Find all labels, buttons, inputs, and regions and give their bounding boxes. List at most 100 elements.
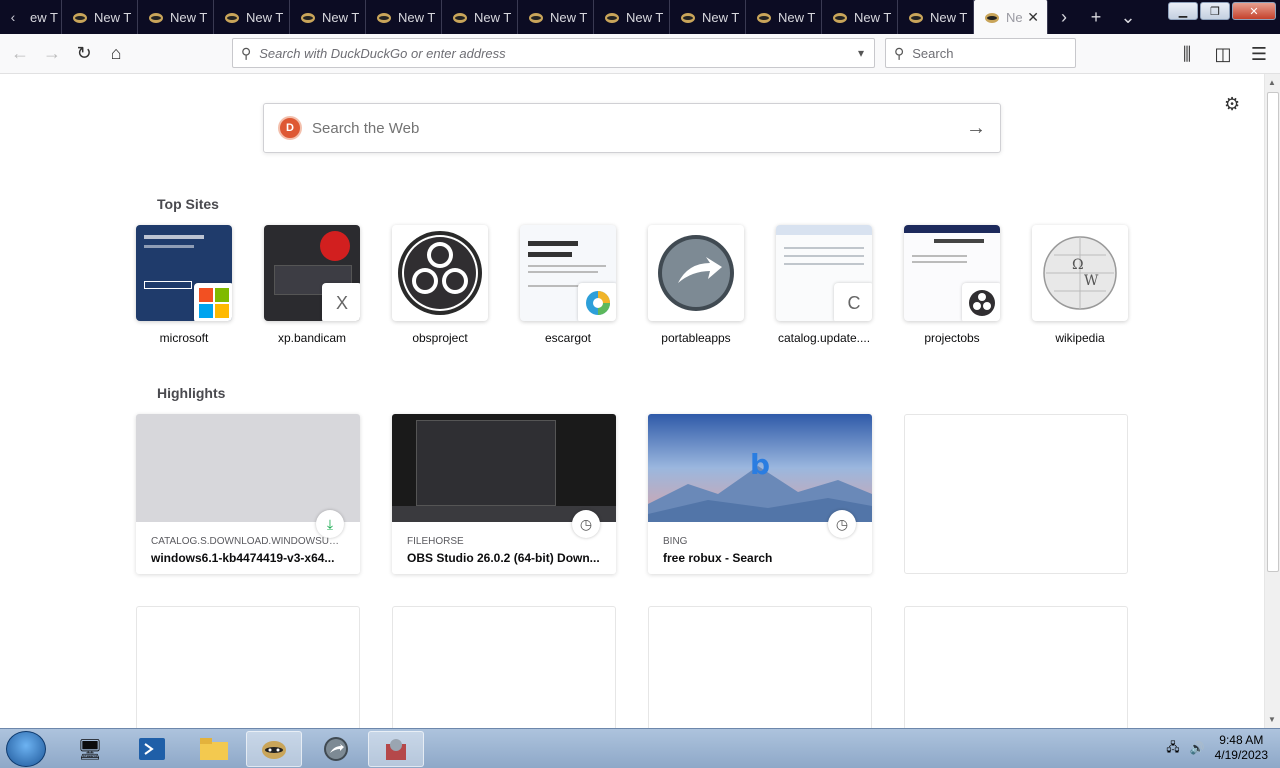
tab[interactable]: New T (290, 0, 366, 34)
chevron-down-icon[interactable]: ▾ (848, 46, 874, 60)
system-tray: 🖧 🔊 9:48 AM 4/19/2023 (1166, 733, 1268, 763)
home-button[interactable]: ⌂ (100, 38, 132, 70)
arrow-right-icon[interactable]: → (952, 117, 1000, 140)
raccoon-favicon-icon (528, 9, 544, 25)
tab[interactable]: New T (518, 0, 594, 34)
top-site-tile[interactable]: ΩW wikipedia (1032, 225, 1128, 345)
top-sites-title: Top Sites (157, 196, 219, 212)
site-label: catalog.update.... (777, 331, 871, 345)
start-button[interactable] (6, 731, 46, 767)
search-bar-placeholder: Search (912, 45, 954, 61)
site-letter-badge: C (834, 283, 872, 321)
web-search-box[interactable]: D Search the Web → (263, 103, 1001, 153)
search-bar[interactable]: ⚲ Search (885, 38, 1076, 68)
highlight-source: BING (663, 536, 688, 547)
gear-icon[interactable]: ⚙ (1224, 94, 1240, 115)
tab-label: ew T (30, 9, 58, 25)
library-icon[interactable]: ⫼ (1172, 38, 1202, 70)
tab-label: New T (322, 9, 360, 25)
file-explorer-icon[interactable] (186, 731, 242, 767)
tab[interactable]: New T (594, 0, 670, 34)
powershell-icon[interactable] (124, 731, 180, 767)
site-label: escargot (544, 331, 592, 345)
tab[interactable]: New T (670, 0, 746, 34)
clock[interactable]: 9:48 AM 4/19/2023 (1215, 733, 1268, 763)
top-site-tile[interactable]: C catalog.update.... (776, 225, 872, 345)
top-site-tile[interactable]: obsproject (392, 225, 488, 345)
tab-label: New T (930, 9, 968, 25)
forward-button[interactable]: → (36, 38, 68, 70)
new-tab-button[interactable]: + (1080, 7, 1112, 28)
raccoon-favicon-icon (984, 9, 1000, 25)
scroll-tabs-left-button[interactable]: ‹ (0, 0, 26, 34)
highlight-placeholder (648, 606, 872, 728)
scroll-up-icon[interactable]: ▲ (1268, 78, 1276, 87)
minimize-button[interactable]: ▁ (1168, 2, 1198, 20)
search-icon: ⚲ (241, 44, 252, 61)
url-bar[interactable]: ⚲ Search with DuckDuckGo or enter addres… (232, 38, 875, 68)
volume-icon[interactable]: 🔊 (1190, 741, 1205, 755)
highlight-source: CATALOG.S.DOWNLOAD.WINDOWSUPDA... (151, 536, 345, 547)
scroll-tabs-right-button[interactable]: › (1048, 7, 1080, 28)
highlight-card[interactable]: b ◷ BING free robux - Search (648, 414, 872, 574)
tab[interactable]: New T (898, 0, 974, 34)
tab-label: New T (246, 9, 284, 25)
waterfox-icon[interactable] (246, 731, 302, 767)
back-button[interactable]: ← (4, 38, 36, 70)
top-site-tile[interactable]: projectobs (904, 225, 1000, 345)
portableapps-logo-icon (648, 225, 744, 321)
portableapps-icon[interactable] (308, 731, 364, 767)
highlight-image (136, 414, 360, 522)
list-all-tabs-button[interactable]: ⌄ (1112, 7, 1144, 28)
scroll-down-icon[interactable]: ▼ (1268, 715, 1276, 724)
web-search-placeholder: Search the Web (312, 119, 420, 137)
top-site-tile[interactable]: portableapps (648, 225, 744, 345)
site-letter-badge: X (322, 283, 360, 321)
highlight-card[interactable]: ⤓ CATALOG.S.DOWNLOAD.WINDOWSUPDA... wind… (136, 414, 360, 574)
menu-icon[interactable]: ☰ (1244, 38, 1274, 70)
top-site-tile[interactable]: X xp.bandicam (264, 225, 360, 345)
server-manager-icon[interactable]: 🖥 (62, 731, 118, 767)
highlight-placeholder (904, 414, 1128, 574)
clock-time: 9:48 AM (1219, 733, 1264, 747)
raccoon-favicon-icon (452, 9, 468, 25)
reload-button[interactable]: ↻ (68, 38, 100, 70)
close-tab-icon[interactable]: ✕ (1027, 9, 1039, 26)
restore-button[interactable]: ❐ (1200, 2, 1230, 20)
tab[interactable]: New T (442, 0, 518, 34)
vertical-scrollbar[interactable]: ▲ ▼ (1264, 74, 1280, 728)
tab[interactable]: New T (214, 0, 290, 34)
tab-label: New T (854, 9, 892, 25)
raccoon-favicon-icon (604, 9, 620, 25)
network-icon[interactable]: 🖧 (1166, 738, 1179, 759)
top-site-tile[interactable]: escargot (520, 225, 616, 345)
top-site-tile[interactable]: microsoft (136, 225, 232, 345)
highlight-image: b (648, 414, 872, 522)
new-tab-page: ⚙ D Search the Web → Top Sites microsoft… (0, 74, 1264, 728)
scrollbar-thumb[interactable] (1267, 92, 1279, 572)
site-thumbnail (520, 225, 616, 321)
tab[interactable]: New T (822, 0, 898, 34)
navigation-toolbar: ← → ↻ ⌂ ⚲ Search with DuckDuckGo or ente… (0, 34, 1280, 74)
tab-label: New T (474, 9, 512, 25)
sidebar-icon[interactable]: ◫ (1208, 38, 1238, 70)
tab[interactable]: New T (62, 0, 138, 34)
close-window-button[interactable]: ✕ (1232, 2, 1276, 20)
download-icon: ⤓ (316, 510, 344, 538)
tab-strip: ‹ ew T New T New T New T New T New T New… (0, 0, 1280, 34)
tab-active[interactable]: Ne ✕ (974, 0, 1048, 34)
highlight-source: FILEHORSE (407, 536, 464, 547)
highlight-image (392, 414, 616, 522)
tab[interactable]: ew T (26, 0, 62, 34)
installer-icon[interactable] (368, 731, 424, 767)
highlight-placeholder (392, 606, 616, 728)
tab[interactable]: New T (746, 0, 822, 34)
site-thumbnail (904, 225, 1000, 321)
tab[interactable]: New T (366, 0, 442, 34)
highlight-card[interactable]: ◷ FILEHORSE OBS Studio 26.0.2 (64-bit) D… (392, 414, 616, 574)
toolbar-right: ⫼ ◫ ☰ (1172, 38, 1274, 70)
wikipedia-logo-icon: ΩW (1032, 225, 1128, 321)
tab[interactable]: New T (138, 0, 214, 34)
raccoon-favicon-icon (224, 9, 240, 25)
highlight-title: free robux - Search (663, 551, 773, 565)
